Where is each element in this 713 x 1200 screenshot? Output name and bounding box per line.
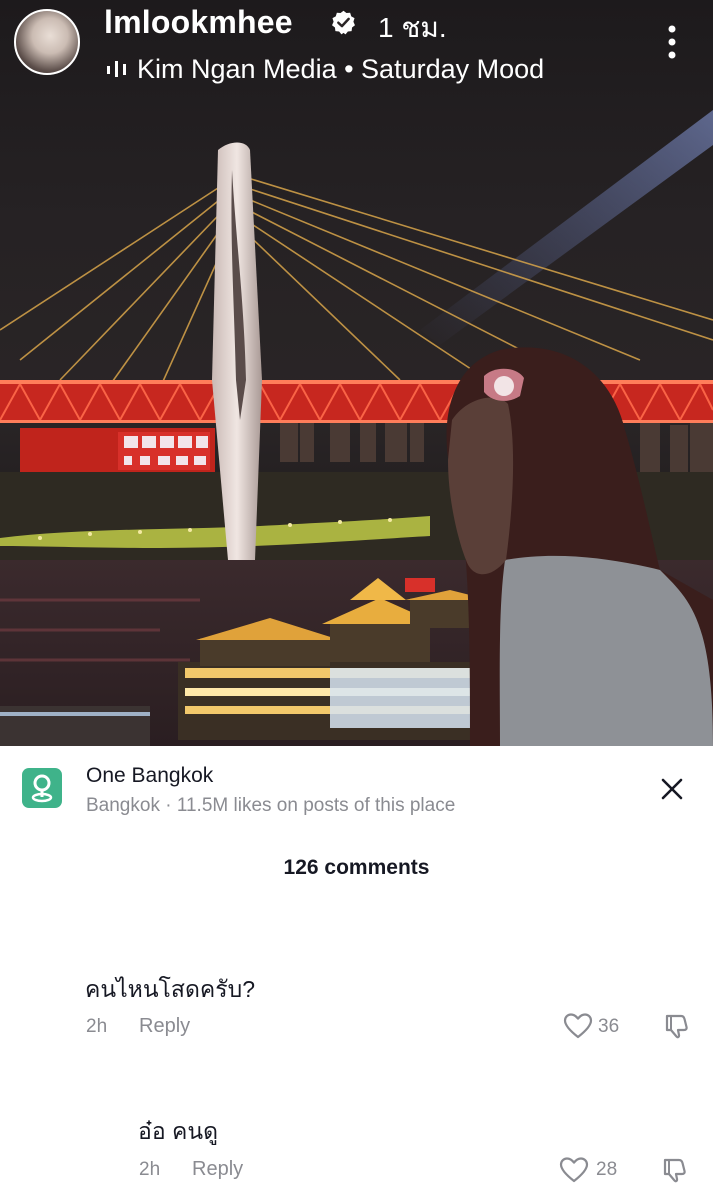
comment-item: อ๋อ คนดู 2h Reply 28 [0,1114,713,1194]
video-frame [0,110,713,746]
place-name[interactable]: One Bangkok [86,764,213,788]
username[interactable]: lmlookmhee [104,4,293,41]
reply-button[interactable]: Reply [139,1015,190,1038]
place-subtitle: Bangkok · 11.5M likes on posts of this p… [86,795,456,816]
dislike-icon[interactable] [662,1012,690,1040]
more-vertical-icon[interactable] [664,24,680,60]
music-label[interactable]: Kim Ngan Media • Saturday Mood [137,54,544,85]
video-player[interactable]: lmlookmhee 1 ชม. Kim Ngan Media • Saturd… [0,0,713,746]
comment-text: คนไหนโสดครับ? [85,976,256,1002]
like-count: 36 [598,1016,620,1037]
dislike-icon[interactable] [660,1156,688,1184]
verified-badge-icon [332,10,355,35]
comment-time: 2h [86,1016,108,1037]
close-icon[interactable] [657,774,687,804]
heart-icon[interactable] [559,1156,589,1184]
location-pin-icon[interactable] [22,768,62,808]
comment-item: คนไหนโสดครับ? 2h Reply 36 [0,972,713,1052]
like-count: 28 [596,1159,618,1180]
sound-wave-icon [107,61,126,77]
reply-button[interactable]: Reply [192,1158,243,1181]
post-time: 1 ชม. [378,12,447,43]
avatar[interactable] [14,9,80,75]
comments-count: 126 comments [283,856,430,879]
comment-time: 2h [139,1159,161,1180]
comments-sheet: One Bangkok Bangkok · 11.5M likes on pos… [0,746,713,1200]
heart-icon[interactable] [563,1012,593,1040]
comment-text: อ๋อ คนดู [138,1118,219,1144]
